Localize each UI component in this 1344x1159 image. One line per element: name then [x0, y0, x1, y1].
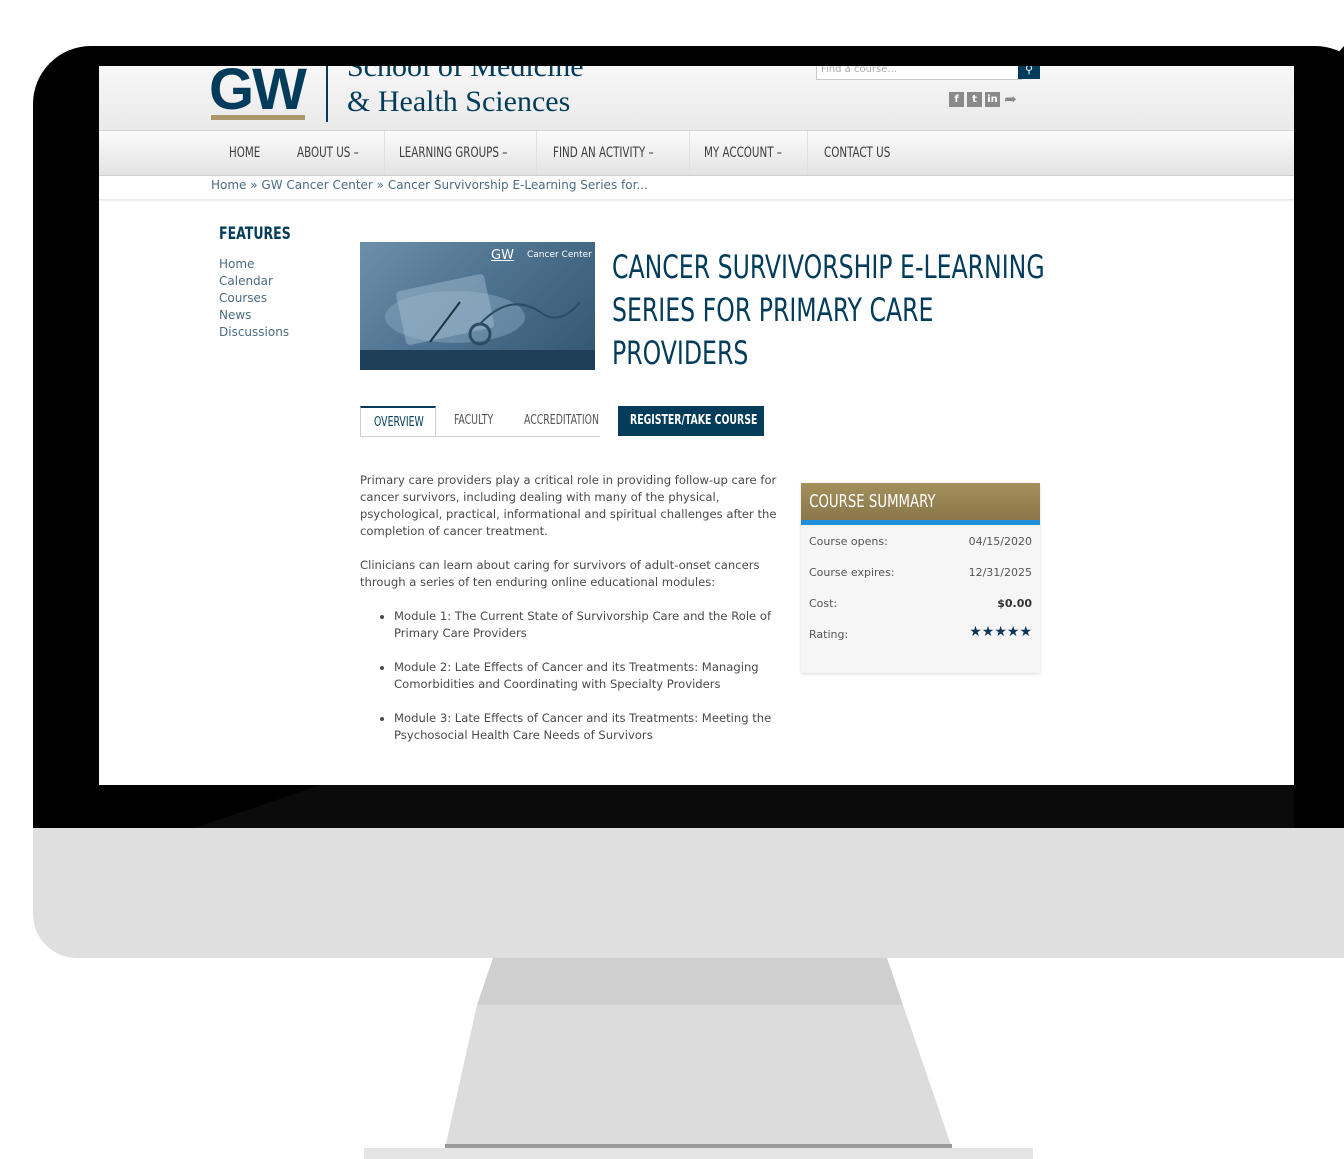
features-link-discussions[interactable]: Discussions	[219, 324, 289, 341]
nav-home-label: HOME	[229, 145, 261, 161]
school-name-line-1: School of Medicine	[347, 66, 584, 83]
nav-divider	[807, 131, 808, 175]
chevron-down-icon: –	[353, 145, 359, 161]
nav-about-us-label: ABOUT US	[297, 145, 351, 161]
nav-divider	[536, 131, 537, 175]
chevron-down-icon: –	[776, 145, 782, 161]
share-icon[interactable]: ➦	[1003, 92, 1018, 107]
logo-divider	[326, 66, 328, 122]
tab-divider	[360, 436, 600, 437]
course-summary-panel: COURSE SUMMARY Course opens: 04/15/2020 …	[801, 483, 1040, 673]
module-item: Module 1: The Current State of Survivors…	[394, 608, 785, 642]
breadcrumb-divider	[99, 199, 1294, 202]
expires-value: 12/31/2025	[968, 566, 1032, 579]
course-title-line-1: CANCER SURVIVORSHIP E-LEARNING	[612, 248, 1045, 286]
gw-badge: GW	[491, 248, 514, 263]
nav-learning-groups[interactable]: LEARNING GROUPS –	[399, 131, 507, 175]
tab-overview-label: OVERVIEW	[374, 415, 424, 430]
nav-my-account-label: MY ACCOUNT	[704, 145, 774, 161]
expires-label: Course expires:	[809, 566, 895, 579]
tab-accreditation[interactable]: ACCREDITATION	[524, 406, 618, 436]
nav-my-account[interactable]: MY ACCOUNT –	[704, 131, 782, 175]
nav-find-an-activity-label: FIND AN ACTIVITY	[553, 145, 646, 161]
breadcrumb[interactable]: Home » GW Cancer Center » Cancer Survivo…	[211, 178, 648, 192]
monitor-chin	[33, 828, 1344, 958]
tab-overview[interactable]: OVERVIEW	[360, 406, 436, 436]
cost-label: Cost:	[809, 597, 838, 610]
browser-viewport: GW School of Medicine & Health Sciences …	[99, 66, 1294, 785]
nav-divider	[384, 131, 385, 175]
register-take-course-button[interactable]: REGISTER/TAKE COURSE	[618, 406, 764, 436]
module-list: Module 1: The Current State of Survivors…	[360, 608, 785, 744]
twitter-icon[interactable]: t	[967, 92, 982, 107]
course-search-input[interactable]: Find a course...	[816, 66, 1022, 80]
chevron-down-icon: –	[648, 145, 654, 161]
features-heading: FEATURES	[219, 224, 291, 244]
course-summary-header: COURSE SUMMARY	[801, 483, 1040, 525]
main-navigation: HOME ABOUT US – LEARNING GROUPS – FIND A…	[99, 130, 1294, 176]
course-summary-title: COURSE SUMMARY	[809, 491, 936, 512]
features-link-news[interactable]: News	[219, 307, 289, 324]
nav-about-us[interactable]: ABOUT US –	[297, 131, 359, 175]
nav-learning-groups-label: LEARNING GROUPS	[399, 145, 499, 161]
opens-value: 04/15/2020	[968, 535, 1032, 548]
nav-contact-us-label: CONTACT US	[824, 145, 891, 161]
features-link-home[interactable]: Home	[219, 256, 289, 273]
features-link-calendar[interactable]: Calendar	[219, 273, 289, 290]
opens-label: Course opens:	[809, 535, 888, 548]
register-label: REGISTER/TAKE COURSE	[630, 413, 758, 428]
tab-faculty[interactable]: FACULTY	[454, 406, 503, 436]
cancer-center-label: Cancer Center	[527, 250, 592, 260]
tab-faculty-label: FACULTY	[454, 413, 494, 428]
course-title: CANCER SURVIVORSHIP E-LEARNING SERIES FO…	[612, 246, 1082, 375]
chevron-down-icon: –	[502, 145, 508, 161]
summary-row-expires: Course expires: 12/31/2025	[801, 556, 1040, 587]
thumbnail-banner	[360, 350, 595, 370]
summary-row-rating: Rating: ★★★★★	[801, 618, 1040, 649]
nav-divider	[689, 131, 690, 175]
course-title-line-2: SERIES FOR PRIMARY CARE	[612, 291, 934, 329]
cost-value: $0.00	[997, 597, 1032, 610]
search-icon[interactable]: ⚲	[1018, 66, 1040, 79]
tab-accreditation-label: ACCREDITATION	[524, 413, 599, 428]
course-thumbnail: GW Cancer Center	[360, 242, 595, 370]
logo-underline	[211, 115, 305, 120]
module-item: Module 3: Late Effects of Cancer and its…	[394, 710, 785, 744]
description-paragraph: Clinicians can learn about caring for su…	[360, 558, 760, 589]
summary-row-cost: Cost: $0.00	[801, 587, 1040, 618]
school-name-line-2: & Health Sciences	[347, 85, 571, 118]
facebook-icon[interactable]: f	[949, 92, 964, 107]
nav-contact-us[interactable]: CONTACT US	[824, 131, 890, 175]
site-header: GW School of Medicine & Health Sciences …	[99, 66, 1294, 132]
features-menu: Home Calendar Courses News Discussions	[219, 256, 289, 341]
star-rating-icon: ★★★★★	[969, 624, 1032, 640]
nav-find-an-activity[interactable]: FIND AN ACTIVITY –	[553, 131, 654, 175]
description-paragraph: Primary care providers play a critical r…	[360, 473, 777, 538]
course-title-line-3: PROVIDERS	[612, 334, 749, 372]
linkedin-icon[interactable]: in	[985, 92, 1000, 107]
course-description: Primary care providers play a critical r…	[360, 472, 785, 761]
nav-home[interactable]: HOME	[229, 131, 260, 175]
social-icons: f t in ➦	[949, 92, 1018, 107]
module-item: Module 2: Late Effects of Cancer and its…	[394, 659, 785, 693]
summary-row-opens: Course opens: 04/15/2020	[801, 525, 1040, 556]
features-link-courses[interactable]: Courses	[219, 290, 289, 307]
rating-label: Rating:	[809, 628, 849, 641]
